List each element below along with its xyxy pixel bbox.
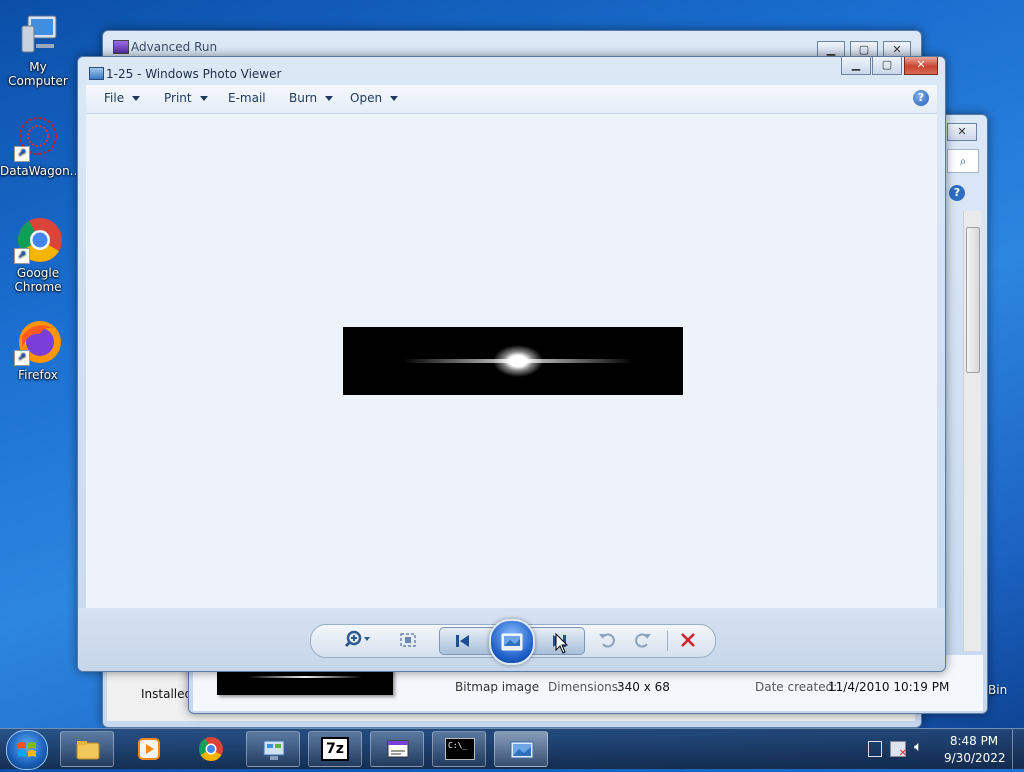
desktop-icon-label: My Computer	[8, 60, 68, 88]
taskbar-chrome-button[interactable]	[184, 731, 238, 767]
photo-viewer-icon	[510, 741, 534, 759]
previous-icon	[456, 635, 469, 647]
menu-label: Burn	[289, 91, 318, 105]
displayed-image[interactable]	[343, 327, 683, 395]
taskbar-7zip-button[interactable]: 7z	[308, 731, 362, 767]
folder-icon	[76, 741, 100, 760]
taskbar-media-player-button[interactable]	[122, 731, 176, 767]
desktop-icon-label: DataWagon...	[0, 164, 82, 178]
details-dimensions-label: Dimensions:	[548, 680, 623, 694]
dropdown-arrow-icon	[199, 96, 208, 101]
help-icon[interactable]: ?	[913, 90, 929, 106]
rotate-left-icon	[599, 633, 615, 648]
lens-flare-core	[493, 345, 543, 377]
dropdown-arrow-icon	[132, 96, 141, 101]
clock-time[interactable]: 8:48 PM	[944, 734, 1004, 748]
previous-button[interactable]	[448, 626, 478, 656]
menu-label: File	[104, 91, 125, 105]
slideshow-button[interactable]	[489, 619, 535, 665]
menu-open[interactable]: Open	[350, 91, 399, 105]
photo-viewer-window[interactable]: 1-25 - Windows Photo Viewer ▁ ▢ ✕ File P…	[77, 56, 946, 672]
menu-print[interactable]: Print	[164, 91, 208, 105]
taskbar-explorer-button[interactable]	[60, 731, 114, 767]
advanced-run-icon	[387, 740, 409, 758]
dropdown-arrow-icon	[390, 96, 399, 101]
shortcut-arrow-icon: ↗	[14, 350, 30, 366]
window-title: 1-25 - Windows Photo Viewer	[106, 67, 282, 81]
chrome-icon: ↗	[14, 216, 62, 264]
mouse-cursor	[555, 632, 569, 658]
tray-show-desktop-icon[interactable]	[868, 741, 882, 757]
desktop-icon-label: Google Chrome	[14, 266, 62, 294]
help-icon[interactable]: ?	[949, 185, 965, 201]
delete-icon	[681, 633, 695, 647]
cmd-icon: C:\_	[445, 738, 475, 760]
menu-label: Print	[164, 91, 192, 105]
cmd-label: C:\_	[448, 741, 468, 750]
desktop-icon-label: Firefox	[18, 368, 58, 382]
menu-bar: File Print E-mail Burn Open ?	[86, 85, 937, 114]
7zip-icon: 7z	[321, 737, 349, 761]
desktop-icon-firefox[interactable]: ↗ Firefox	[0, 318, 76, 382]
advanced-run-app-icon	[113, 40, 129, 54]
tray-volume-icon[interactable]: 🔈︎	[914, 739, 922, 755]
media-player-icon	[138, 738, 160, 760]
actual-size-icon	[400, 633, 416, 647]
menu-label: Open	[350, 91, 383, 105]
details-date-created-label: Date created:	[755, 680, 838, 694]
rotate-counterclockwise-button[interactable]	[593, 625, 623, 655]
taskbar-photo-viewer-button[interactable]	[494, 731, 548, 767]
minimize-button[interactable]: ▁	[841, 57, 871, 75]
datawagon-icon: ↗	[14, 114, 62, 162]
show-desktop-button[interactable]	[1012, 729, 1024, 769]
menu-email[interactable]: E-mail	[228, 91, 266, 105]
start-button[interactable]	[6, 730, 48, 770]
taskbar-cmd-button[interactable]: C:\_	[432, 731, 486, 767]
toolbar-separator	[667, 631, 668, 651]
taskbar-advanced-run-button[interactable]	[370, 731, 424, 767]
menu-file[interactable]: File	[104, 91, 141, 105]
chrome-icon	[198, 737, 223, 762]
installed-label: Installed	[141, 687, 193, 701]
scroll-thumb[interactable]	[966, 227, 980, 373]
rotate-right-icon	[635, 633, 651, 648]
menu-burn[interactable]: Burn	[289, 91, 334, 105]
desktop-icon-datawagon[interactable]: ↗ DataWagon...	[0, 114, 81, 178]
close-button[interactable]: ✕	[947, 123, 977, 141]
desktop-icon-chrome[interactable]: ↗ Google Chrome	[0, 216, 76, 294]
vertical-scrollbar[interactable]	[963, 211, 981, 651]
desktop-icon-label-recycle-bin[interactable]: Bin	[988, 683, 1007, 697]
shortcut-arrow-icon: ↗	[14, 146, 30, 162]
windows-logo-icon	[18, 742, 36, 757]
control-panel-icon	[263, 740, 285, 760]
details-dimensions-value: 340 x 68	[617, 680, 670, 694]
7zip-label: 7z	[326, 741, 344, 757]
computer-icon	[14, 10, 62, 58]
details-file-type: Bitmap image	[455, 680, 540, 694]
maximize-button[interactable]: ▢	[872, 57, 902, 75]
desktop-icon-my-computer[interactable]: My Computer	[0, 10, 76, 88]
zoom-button[interactable]	[337, 625, 377, 655]
taskbar: 7z C:\_ ✕ 🔈︎ 8:48 PM 9/30/2022	[0, 728, 1024, 770]
dropdown-arrow-icon	[325, 96, 334, 101]
image-view-area[interactable]	[86, 114, 937, 608]
tray-network-icon[interactable]: ✕	[890, 741, 907, 759]
zoom-icon	[344, 630, 370, 648]
delete-button[interactable]	[673, 625, 703, 655]
actual-size-button[interactable]	[393, 625, 423, 655]
details-date-created-value: 11/4/2010 10:19 PM	[828, 680, 950, 694]
clock-date[interactable]: 9/30/2022	[944, 751, 1006, 765]
shortcut-arrow-icon: ↗	[14, 248, 30, 264]
menu-label: E-mail	[228, 91, 266, 105]
firefox-icon: ↗	[14, 318, 62, 366]
navigation-pill	[310, 619, 716, 665]
taskbar-control-panel-button[interactable]	[246, 731, 300, 767]
bottom-toolbar	[78, 608, 945, 671]
close-button[interactable]: ✕	[904, 57, 938, 75]
rotate-clockwise-button[interactable]	[627, 625, 657, 655]
slideshow-icon	[501, 633, 523, 651]
photo-viewer-app-icon	[89, 67, 104, 80]
advanced-run-title: Advanced Run	[131, 40, 218, 54]
search-icon[interactable]: ⌕	[947, 149, 979, 173]
